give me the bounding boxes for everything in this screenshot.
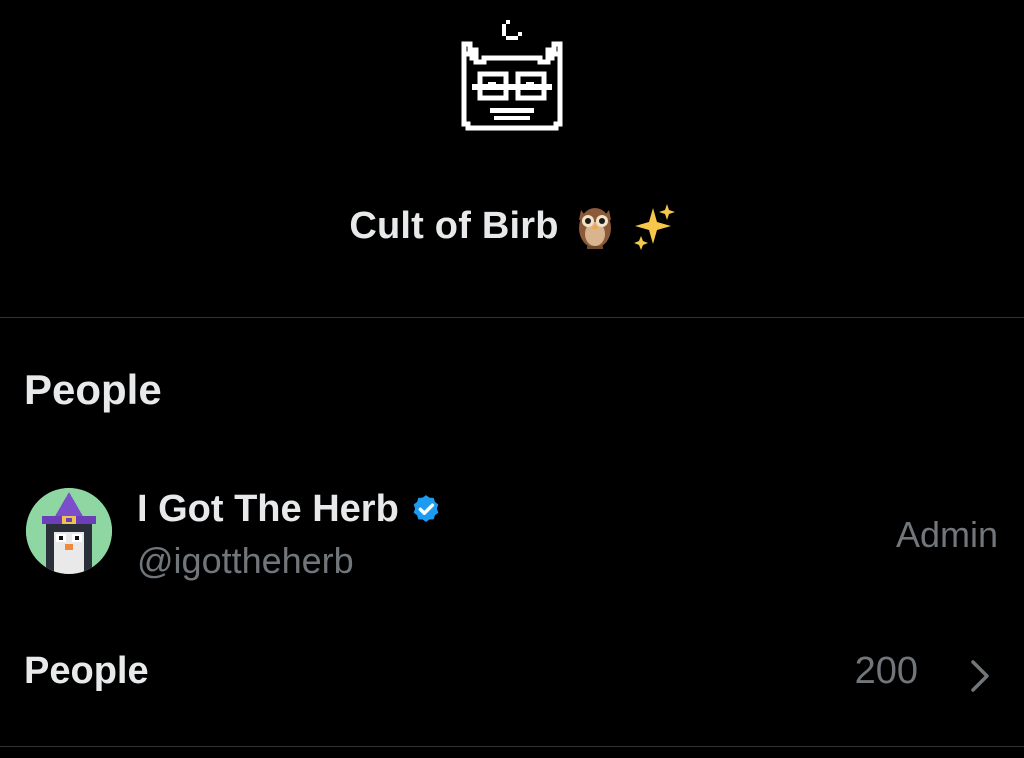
verified-badge-icon — [409, 493, 443, 527]
community-name: Cult of Birb — [349, 204, 559, 247]
people-count: 200 — [854, 650, 918, 692]
member-avatar[interactable] — [26, 488, 112, 574]
member-role-badge: Admin — [895, 514, 998, 555]
people-section-title: People — [24, 366, 162, 413]
member-display-name[interactable]: I Got The Herb — [137, 488, 399, 531]
bottom-divider — [0, 746, 1024, 747]
member-handle: @igottheherb — [137, 540, 354, 581]
member-row[interactable]: I Got The Herb @igottheherb Admin — [0, 482, 1024, 590]
community-title: Cult of Birb — [0, 196, 1024, 256]
community-logo-icon — [450, 12, 574, 142]
owl-emoji-icon — [573, 200, 617, 252]
member-name-wrap: I Got The Herb — [137, 488, 443, 531]
sparkles-emoji-icon — [631, 200, 675, 252]
people-count-row[interactable]: People 200 — [0, 630, 1024, 720]
chevron-right-icon — [968, 658, 992, 694]
people-row-label: People — [24, 650, 149, 692]
section-divider — [0, 317, 1024, 318]
